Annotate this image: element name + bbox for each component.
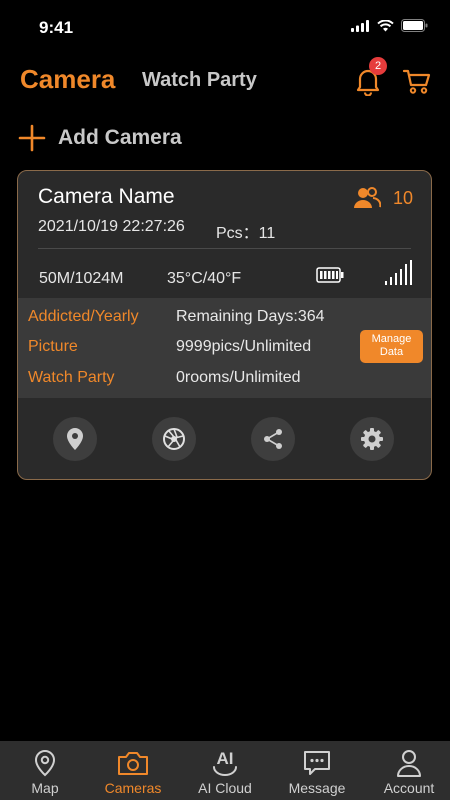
nav-item-map[interactable]: Map xyxy=(0,741,90,800)
aperture-button[interactable] xyxy=(152,417,196,461)
info-value-watch-party: 0rooms/Unlimited xyxy=(176,369,301,386)
info-label-watch-party: Watch Party xyxy=(28,369,115,386)
aperture-icon xyxy=(163,428,185,450)
settings-icon xyxy=(361,428,383,450)
nav-label-ai-cloud: AI Cloud xyxy=(198,780,252,796)
nav-item-cameras[interactable]: Cameras xyxy=(88,741,178,800)
temperature: 35°C/40°F xyxy=(167,270,242,287)
status-bar: 9:41 xyxy=(0,0,450,54)
viewers: 10 xyxy=(353,187,413,209)
status-time: 9:41 xyxy=(39,18,74,37)
info-label-plan: Addicted/Yearly xyxy=(28,308,139,325)
info-value-picture: 9999pics/Unlimited xyxy=(176,338,312,355)
map-pin-icon xyxy=(34,749,56,777)
camera-signal-icon xyxy=(385,260,412,285)
settings-button[interactable] xyxy=(350,417,394,461)
nav-item-account[interactable]: Account xyxy=(364,741,450,800)
camera-card[interactable]: Camera Name 10 2021/10/19 22:27:26 Pcs：1… xyxy=(17,170,432,480)
plus-icon xyxy=(18,124,46,152)
camera-actions xyxy=(18,398,431,479)
tab-watch-party[interactable]: Watch Party xyxy=(142,69,257,92)
nav-label-map: Map xyxy=(31,780,59,796)
nav-label-cameras: Cameras xyxy=(104,780,162,796)
notification-badge: 2 xyxy=(369,57,387,75)
cellular-signal-icon xyxy=(351,19,369,32)
camera-pcs: Pcs：11 xyxy=(216,225,276,242)
camera-datetime: 2021/10/19 22:27:26 xyxy=(38,218,185,235)
wifi-icon xyxy=(377,19,394,31)
camera-battery-icon xyxy=(316,267,344,283)
status-icons xyxy=(351,19,428,32)
nav-item-ai-cloud[interactable]: AI AI Cloud xyxy=(180,741,270,800)
plan-info: Addicted/Yearly Remaining Days:364 Pictu… xyxy=(18,298,431,398)
location-icon xyxy=(67,428,83,450)
divider xyxy=(38,248,411,249)
tab-camera[interactable]: Camera xyxy=(20,64,115,95)
add-camera-label: Add Camera xyxy=(58,126,182,149)
share-button[interactable] xyxy=(251,417,295,461)
account-icon xyxy=(397,750,421,777)
info-value-plan: Remaining Days:364 xyxy=(176,308,325,325)
viewers-count: 10 xyxy=(392,187,413,208)
info-label-picture: Picture xyxy=(28,338,78,355)
ai-cloud-icon: AI xyxy=(213,749,237,776)
share-icon xyxy=(264,429,282,449)
nav-label-message: Message xyxy=(288,780,346,796)
bottom-nav: Map Cameras AI AI Cloud Message Account xyxy=(0,741,450,800)
manage-data-button[interactable]: Manage Data xyxy=(360,330,423,363)
storage-usage: 50M/1024M xyxy=(39,270,124,287)
svg-text:AI: AI xyxy=(217,749,234,768)
users-icon xyxy=(353,187,381,208)
cart-icon[interactable] xyxy=(402,66,432,96)
add-camera-button[interactable]: Add Camera xyxy=(18,122,182,154)
camera-icon xyxy=(118,752,148,775)
nav-item-message[interactable]: Message xyxy=(272,741,362,800)
header: Camera Watch Party 2 xyxy=(0,56,450,104)
location-button[interactable] xyxy=(53,417,97,461)
battery-icon xyxy=(401,19,428,32)
nav-label-account: Account xyxy=(383,780,435,796)
camera-name: Camera Name xyxy=(38,185,175,208)
message-icon xyxy=(304,751,330,775)
